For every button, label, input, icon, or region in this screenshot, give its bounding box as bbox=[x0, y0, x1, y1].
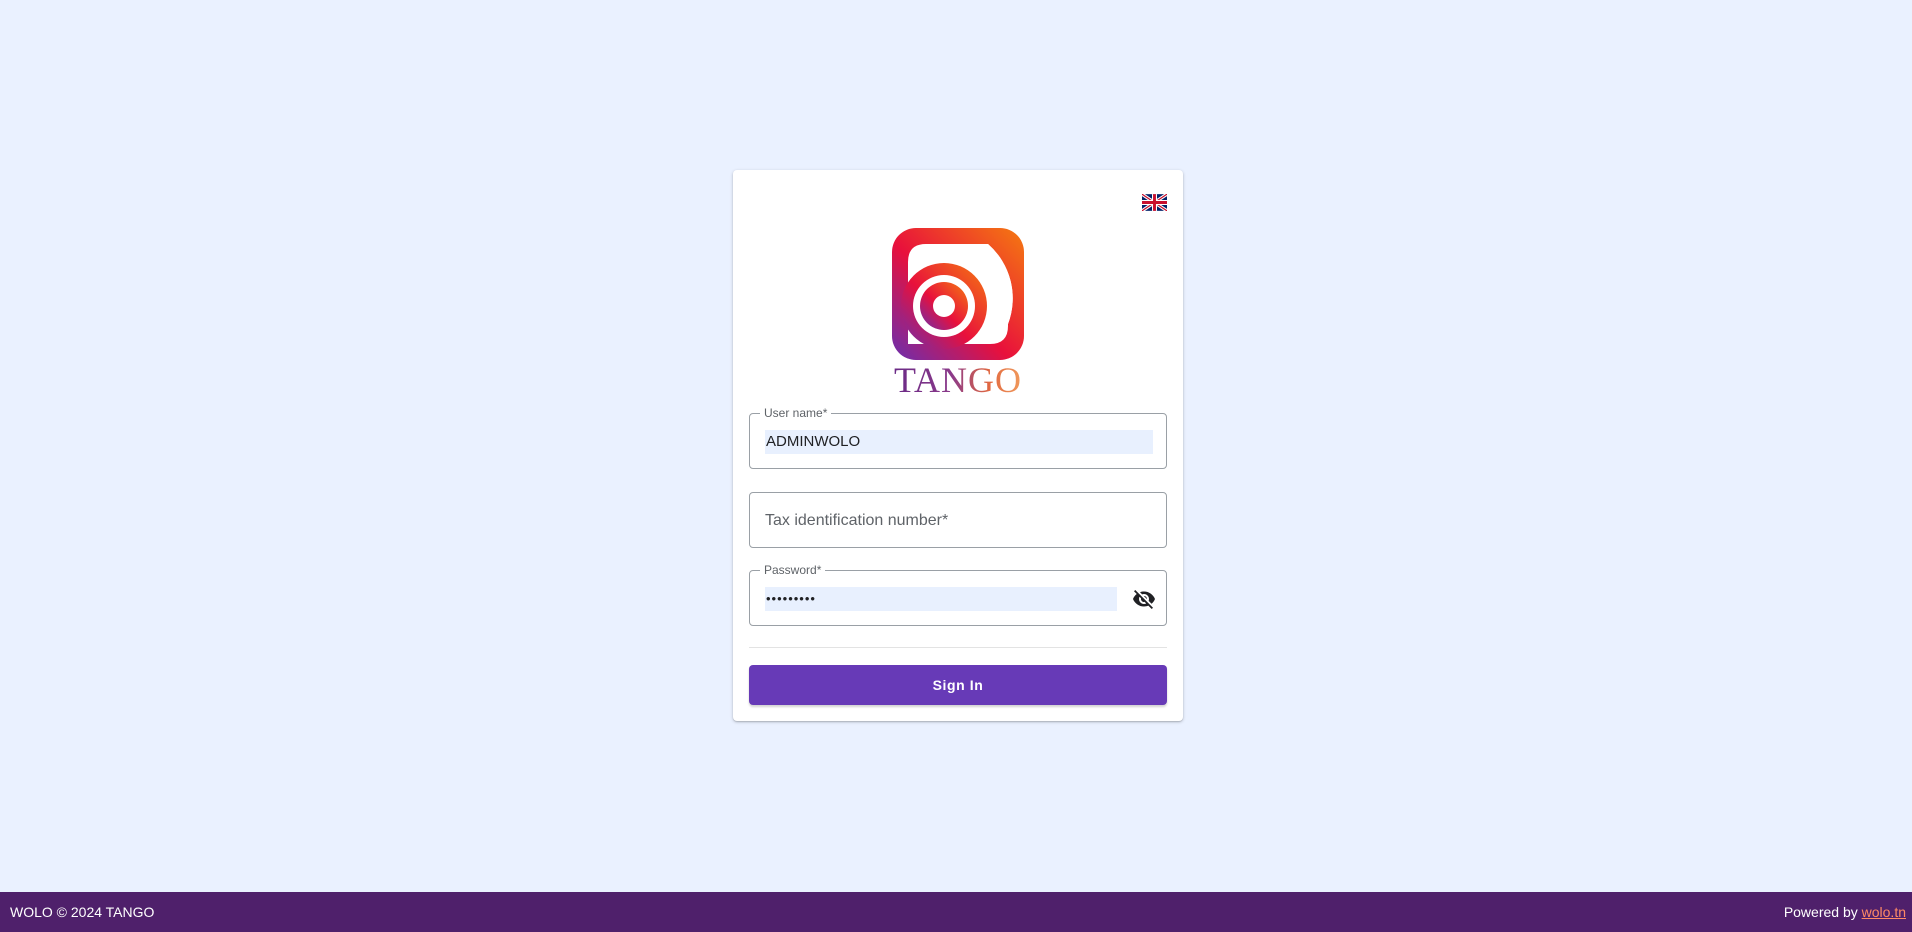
password-label: Password* bbox=[760, 563, 826, 577]
tango-logo-icon bbox=[892, 228, 1024, 360]
login-card: TANGO User name* ADMINWOLO Tax identific… bbox=[733, 170, 1183, 721]
username-field[interactable]: User name* ADMINWOLO bbox=[749, 406, 1167, 469]
uk-flag-icon bbox=[1142, 194, 1167, 211]
toggle-password-visibility-button[interactable] bbox=[1132, 587, 1156, 611]
page-footer: WOLO © 2024 TANGO Powered by wolo.tn bbox=[0, 892, 1912, 932]
login-page: TANGO User name* ADMINWOLO Tax identific… bbox=[0, 0, 1912, 932]
footer-copyright: WOLO © 2024 TANGO bbox=[10, 904, 155, 920]
powered-by-text: Powered by bbox=[1783, 904, 1862, 920]
username-input[interactable]: ADMINWOLO bbox=[765, 430, 1153, 454]
brand-logo: TANGO bbox=[733, 228, 1183, 398]
username-label: User name* bbox=[760, 406, 832, 420]
password-input[interactable]: ••••••••• bbox=[765, 587, 1117, 611]
language-flag-uk-icon[interactable] bbox=[1142, 194, 1167, 211]
tax-id-input[interactable]: Tax identification number* bbox=[765, 510, 948, 532]
eye-off-icon bbox=[1133, 590, 1155, 609]
tax-id-field[interactable]: Tax identification number* bbox=[749, 492, 1167, 548]
form-divider bbox=[749, 647, 1167, 648]
password-field[interactable]: Password* ••••••••• bbox=[749, 563, 1167, 626]
wolo-link[interactable]: wolo.tn bbox=[1862, 904, 1906, 920]
sign-in-button[interactable]: Sign In bbox=[749, 665, 1167, 705]
footer-powered-by: Powered by wolo.tn bbox=[1784, 904, 1906, 920]
brand-name: TANGO bbox=[893, 360, 1023, 400]
